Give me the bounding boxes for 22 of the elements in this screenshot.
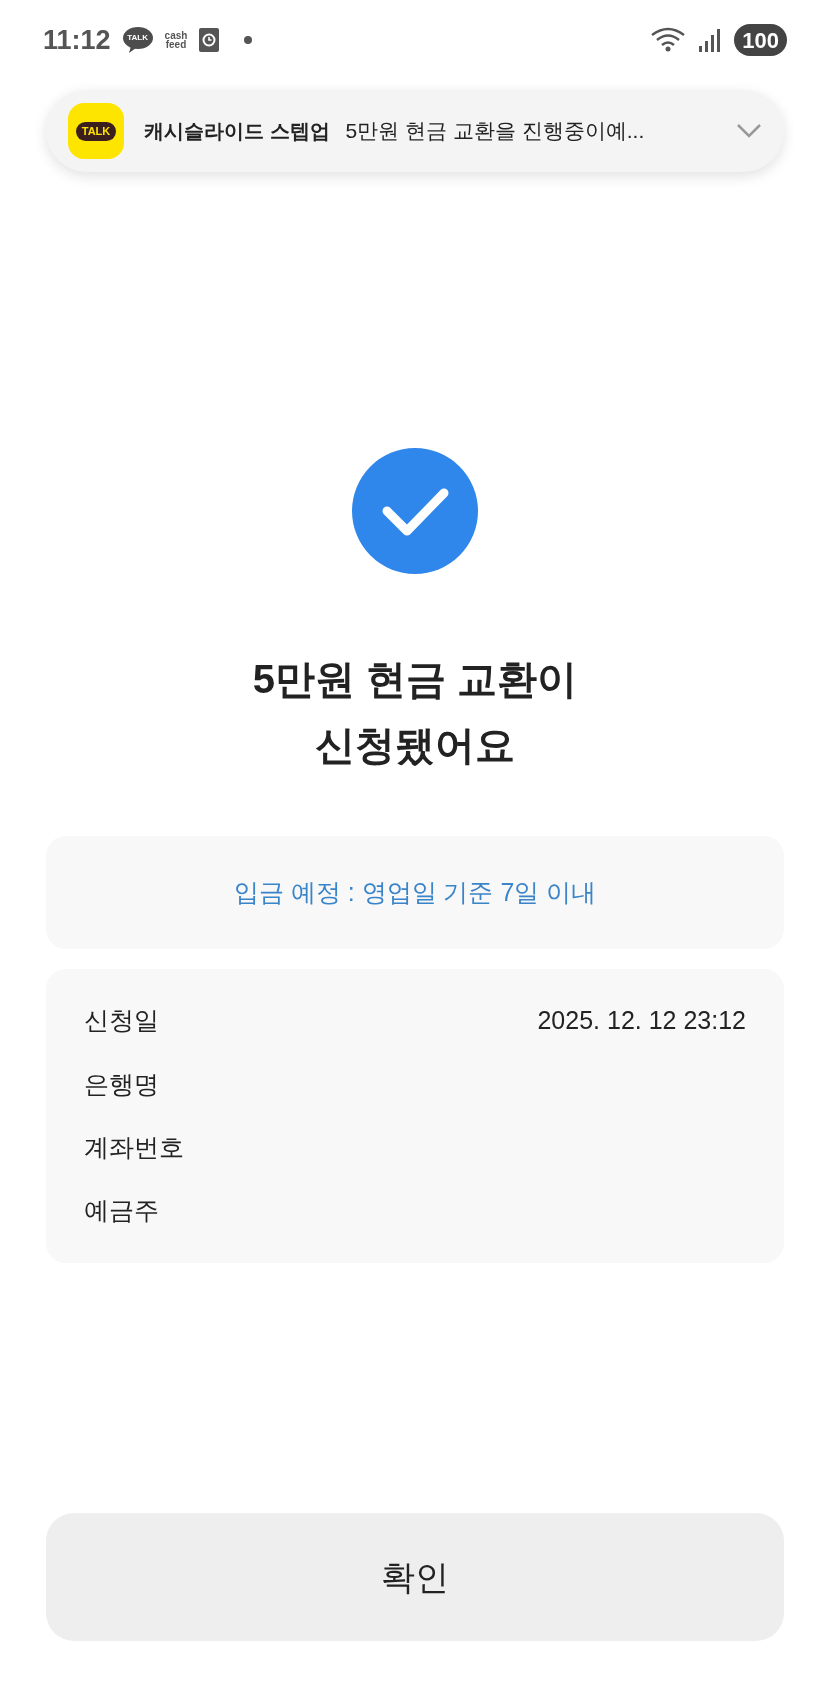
status-time: 11:12 [43, 23, 111, 57]
check-icon [352, 448, 478, 574]
confirm-button[interactable]: 확인 [46, 1513, 784, 1641]
battery-level: 100 [734, 24, 787, 56]
result-title: 5만원 현금 교환이 [252, 656, 578, 703]
detail-label: 예금주 [84, 1195, 159, 1227]
chevron-icon[interactable] [736, 123, 762, 139]
app-icon: TALK [68, 103, 124, 159]
result-title: 신청됐어요 [315, 722, 515, 769]
dot-icon [243, 35, 254, 45]
detail-label: 신청일 [84, 1005, 159, 1037]
detail-label: 은행명 [84, 1068, 159, 1100]
app-logo-icon: cash feed [164, 31, 188, 49]
detail-value: 2025. 12. 12 23:12 [537, 1005, 746, 1037]
notification-banner[interactable]: TALK 캐시슬라이드 스텝업 5만원 현금 교환을 진행중이예... [46, 90, 784, 172]
app-name: 캐시슬라이드 스텝업 [144, 119, 330, 144]
detail-label: 계좌번호 [84, 1131, 184, 1163]
signal-icon [698, 28, 723, 52]
clock-icon [199, 28, 220, 52]
wifi-icon [650, 27, 687, 53]
deposit-notice: 입금 예정 : 영업일 기준 7일 이내 [233, 876, 597, 908]
notification-message: 5만원 현금 교환을 진행중이예... [345, 118, 645, 145]
